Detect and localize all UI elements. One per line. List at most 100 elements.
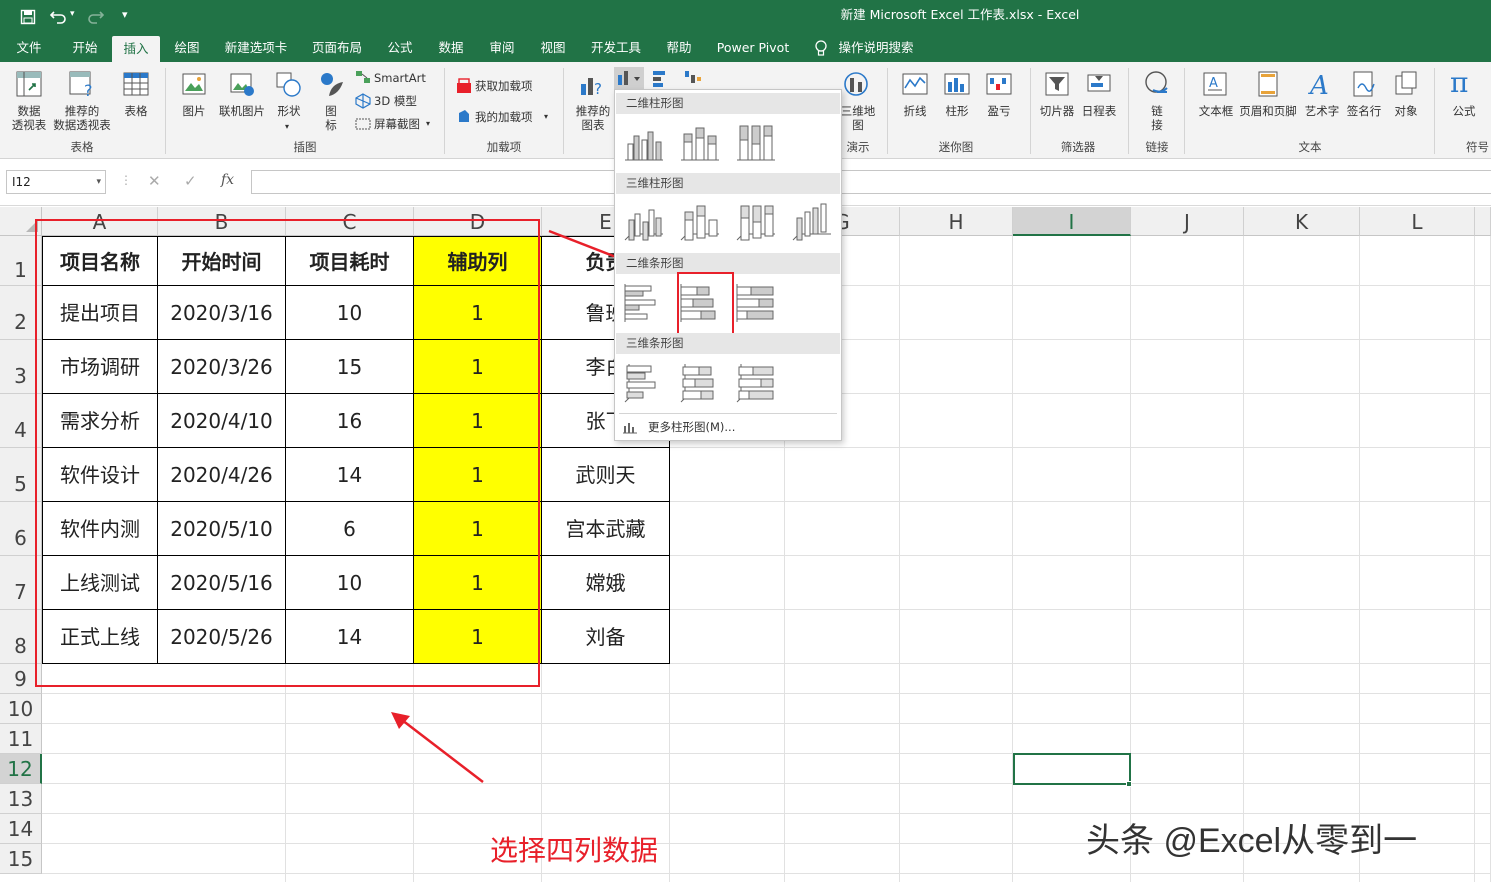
sparkline-winloss-button[interactable]: 盈亏 bbox=[981, 104, 1017, 118]
tab-home[interactable]: 开始 bbox=[62, 34, 108, 62]
slicer-icon[interactable] bbox=[1043, 70, 1071, 98]
picture-icon[interactable] bbox=[180, 70, 208, 98]
column-header-l[interactable]: L bbox=[1360, 207, 1475, 236]
formula-input[interactable] bbox=[251, 170, 1491, 194]
row-header-10[interactable]: 10 bbox=[0, 694, 42, 724]
3d-model-button[interactable]: 3D 模型 bbox=[374, 94, 417, 108]
get-addins-button[interactable]: 获取加载项 bbox=[475, 79, 533, 93]
equation-button[interactable]: 公式 bbox=[1446, 104, 1482, 118]
fill-handle[interactable] bbox=[1126, 781, 1132, 787]
shapes-button[interactable]: 形状 bbox=[270, 104, 308, 118]
stacked-column-icon[interactable] bbox=[679, 122, 721, 164]
wordart-icon[interactable]: A bbox=[1306, 70, 1334, 98]
3d-100-stacked-bar-icon[interactable] bbox=[735, 362, 777, 404]
save-icon[interactable] bbox=[20, 9, 36, 25]
tab-file[interactable]: 文件 bbox=[8, 34, 50, 62]
recommended-pivot-button[interactable]: 推荐的 数据透视表 bbox=[52, 104, 112, 132]
recommended-pivot-icon[interactable]: ? bbox=[68, 70, 96, 98]
sparkline-winloss-icon[interactable] bbox=[985, 70, 1013, 98]
tab-draw[interactable]: 绘图 bbox=[166, 34, 208, 62]
link-icon[interactable] bbox=[1143, 70, 1171, 98]
picture-button[interactable]: 图片 bbox=[175, 104, 213, 118]
smartart-button[interactable]: SmartArt bbox=[374, 71, 426, 85]
column-header-h[interactable]: H bbox=[900, 207, 1013, 236]
signature-line-button[interactable]: 签名行 bbox=[1344, 104, 1384, 118]
wordart-button[interactable]: 艺术字 bbox=[1302, 104, 1342, 118]
tab-review[interactable]: 审阅 bbox=[482, 34, 522, 62]
name-box-dropdown-icon[interactable]: ▾ bbox=[96, 171, 101, 193]
tab-page-layout[interactable]: 页面布局 bbox=[305, 34, 369, 62]
enter-icon[interactable]: ✓ bbox=[184, 172, 197, 190]
3d-stacked-column-icon[interactable] bbox=[679, 202, 721, 244]
tab-formulas[interactable]: 公式 bbox=[380, 34, 420, 62]
undo-icon[interactable] bbox=[50, 8, 68, 24]
redo-icon[interactable] bbox=[86, 8, 104, 24]
active-cell-i12[interactable] bbox=[1013, 753, 1131, 785]
sparkline-line-button[interactable]: 折线 bbox=[897, 104, 933, 118]
pivot-table-icon[interactable] bbox=[15, 70, 43, 98]
waterfall-chart-icon[interactable] bbox=[682, 67, 710, 89]
tab-developer[interactable]: 开发工具 bbox=[584, 34, 648, 62]
insert-function-icon[interactable]: fx bbox=[221, 172, 234, 188]
table-cell[interactable]: 宫本武藏 bbox=[542, 502, 670, 556]
row-header-12[interactable]: 12 bbox=[0, 754, 42, 784]
link-button[interactable]: 链 接 bbox=[1149, 104, 1165, 132]
tab-view[interactable]: 视图 bbox=[533, 34, 573, 62]
header-footer-button[interactable]: 页眉和页脚 bbox=[1237, 104, 1299, 118]
row-header-13[interactable]: 13 bbox=[0, 784, 42, 814]
3d-model-icon[interactable] bbox=[355, 93, 371, 109]
textbox-button[interactable]: 文本框 bbox=[1196, 104, 1236, 118]
tab-help[interactable]: 帮助 bbox=[659, 34, 699, 62]
qat-customize-icon[interactable]: ▾ bbox=[122, 8, 128, 21]
map-3d-button[interactable]: 三维地 图 bbox=[840, 104, 876, 132]
3d-stacked-bar-icon[interactable] bbox=[679, 362, 721, 404]
shapes-dropdown-icon[interactable]: ▾ bbox=[285, 120, 289, 134]
header-footer-icon[interactable] bbox=[1254, 70, 1282, 98]
tell-me-search[interactable]: 操作说明搜索 bbox=[834, 34, 918, 62]
map-3d-icon[interactable] bbox=[842, 70, 870, 98]
tab-new-tab[interactable]: 新建选项卡 bbox=[218, 34, 294, 62]
clustered-column-icon[interactable] bbox=[623, 122, 665, 164]
online-picture-icon[interactable] bbox=[228, 70, 256, 98]
column-chart-icon[interactable] bbox=[614, 67, 644, 89]
tab-insert[interactable]: 插入 bbox=[112, 36, 160, 63]
signature-line-icon[interactable] bbox=[1350, 70, 1378, 98]
store-icon[interactable] bbox=[456, 78, 472, 94]
column-header-k[interactable]: K bbox=[1244, 207, 1360, 236]
clustered-bar-icon[interactable] bbox=[623, 282, 665, 324]
100-stacked-column-icon[interactable] bbox=[735, 122, 777, 164]
table-icon[interactable] bbox=[122, 70, 150, 98]
recommended-charts-button[interactable]: 推荐的 图表 bbox=[572, 104, 614, 132]
tab-data[interactable]: 数据 bbox=[431, 34, 471, 62]
timeline-icon[interactable] bbox=[1085, 70, 1113, 98]
timeline-button[interactable]: 日程表 bbox=[1079, 104, 1119, 118]
sparkline-column-icon[interactable] bbox=[943, 70, 971, 98]
table-button[interactable]: 表格 bbox=[117, 104, 155, 118]
table-cell[interactable]: 武则天 bbox=[542, 448, 670, 502]
shapes-icon[interactable] bbox=[274, 70, 302, 98]
sparkline-line-icon[interactable] bbox=[901, 70, 929, 98]
slicer-button[interactable]: 切片器 bbox=[1037, 104, 1077, 118]
recommended-charts-icon[interactable]: ? bbox=[578, 70, 606, 98]
name-box[interactable]: I12 ▾ bbox=[6, 170, 106, 194]
pivot-table-button[interactable]: 数据 透视表 bbox=[8, 104, 50, 132]
screenshot-icon[interactable] bbox=[355, 117, 371, 131]
bar-chart-icon[interactable] bbox=[650, 67, 680, 89]
icons-button[interactable]: 图 标 bbox=[320, 104, 342, 132]
online-picture-button[interactable]: 联机图片 bbox=[214, 104, 270, 118]
row-header-11[interactable]: 11 bbox=[0, 724, 42, 754]
my-addins-icon[interactable] bbox=[456, 109, 472, 125]
equation-icon[interactable]: π bbox=[1450, 66, 1468, 99]
cancel-icon[interactable]: ✕ bbox=[148, 172, 161, 190]
undo-dropdown-icon[interactable]: ▾ bbox=[70, 9, 75, 19]
3d-clustered-column-icon[interactable] bbox=[623, 202, 665, 244]
screenshot-dropdown-icon[interactable]: ▾ bbox=[426, 117, 430, 131]
row-header-15[interactable]: 15 bbox=[0, 844, 42, 874]
smartart-icon[interactable] bbox=[355, 70, 371, 84]
formula-bar-grip[interactable]: ⋮ bbox=[120, 173, 132, 187]
my-addins-button[interactable]: 我的加载项 bbox=[475, 110, 533, 124]
3d-clustered-bar-icon[interactable] bbox=[623, 362, 665, 404]
100-stacked-bar-icon[interactable] bbox=[735, 282, 777, 324]
screenshot-button[interactable]: 屏幕截图 bbox=[374, 117, 420, 131]
textbox-icon[interactable]: A bbox=[1201, 70, 1229, 98]
